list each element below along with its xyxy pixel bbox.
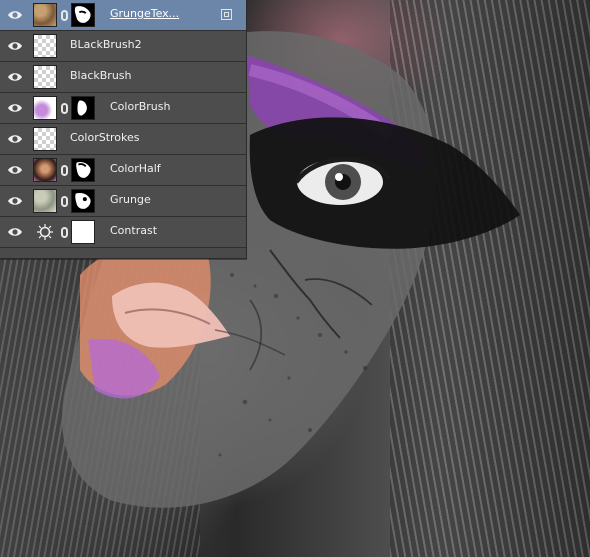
layer-thumbnail[interactable] [33, 3, 57, 27]
layer-options-icon[interactable] [221, 9, 232, 20]
layers-panel: GrungeTex... BLackBrush2 BlackBrush Colo… [0, 0, 247, 259]
layer-row-blackbrush2[interactable]: BLackBrush2 [0, 31, 246, 62]
layer-thumbnail[interactable] [33, 34, 57, 58]
layer-mask-thumbnail[interactable] [71, 189, 95, 213]
layer-name[interactable]: ColorStrokes [70, 131, 140, 144]
layer-name[interactable]: GrungeTex... [110, 7, 179, 20]
layer-name[interactable]: Grunge [110, 193, 151, 206]
eye-icon[interactable] [7, 164, 23, 176]
eye-icon[interactable] [7, 226, 23, 238]
eye-icon[interactable] [7, 195, 23, 207]
layer-mask-thumbnail[interactable] [71, 96, 95, 120]
layer-name[interactable]: Contrast [110, 224, 157, 237]
eye-icon[interactable] [7, 133, 23, 145]
layer-row-grungetex[interactable]: GrungeTex... [0, 0, 246, 31]
layer-thumbnail[interactable] [33, 65, 57, 89]
eye-icon[interactable] [7, 71, 23, 83]
layer-thumbnail[interactable] [33, 96, 57, 120]
eye-icon[interactable] [7, 9, 23, 21]
mask-shape [75, 192, 91, 209]
eye-highlight [335, 173, 343, 181]
layer-mask-thumbnail[interactable] [71, 158, 95, 182]
layer-name[interactable]: BLackBrush2 [70, 38, 142, 51]
mask-shape [74, 6, 91, 23]
layer-row-colorbrush[interactable]: ColorBrush [0, 93, 246, 124]
layer-thumbnail[interactable] [33, 189, 57, 213]
mask-shape [76, 161, 91, 178]
link-icon[interactable] [61, 196, 68, 207]
layer-name[interactable]: BlackBrush [70, 69, 132, 82]
layer-thumbnail[interactable] [33, 158, 57, 182]
eye-icon[interactable] [7, 40, 23, 52]
layer-thumbnail[interactable] [33, 127, 57, 151]
brightness-icon[interactable] [34, 223, 56, 241]
link-icon[interactable] [61, 10, 68, 21]
black-eye-paint [249, 117, 520, 249]
photoshop-workspace: GrungeTex... BLackBrush2 BlackBrush Colo… [0, 0, 590, 557]
layer-name[interactable]: ColorHalf [110, 162, 161, 175]
link-icon[interactable] [61, 103, 68, 114]
layer-row-blackbrush[interactable]: BlackBrush [0, 62, 246, 93]
layer-row-colorstrokes[interactable]: ColorStrokes [0, 124, 246, 155]
link-icon[interactable] [61, 227, 68, 238]
link-icon[interactable] [61, 165, 68, 176]
layer-mask-thumbnail[interactable] [71, 3, 95, 27]
layer-row-colorhalf[interactable]: ColorHalf [0, 155, 246, 186]
layer-row-grunge[interactable]: Grunge [0, 186, 246, 217]
layer-row-contrast[interactable]: Contrast [0, 217, 246, 248]
eye-icon[interactable] [7, 102, 23, 114]
layer-name[interactable]: ColorBrush [110, 100, 170, 113]
layer-mask-thumbnail[interactable] [71, 220, 95, 244]
mask-shape [77, 100, 87, 116]
